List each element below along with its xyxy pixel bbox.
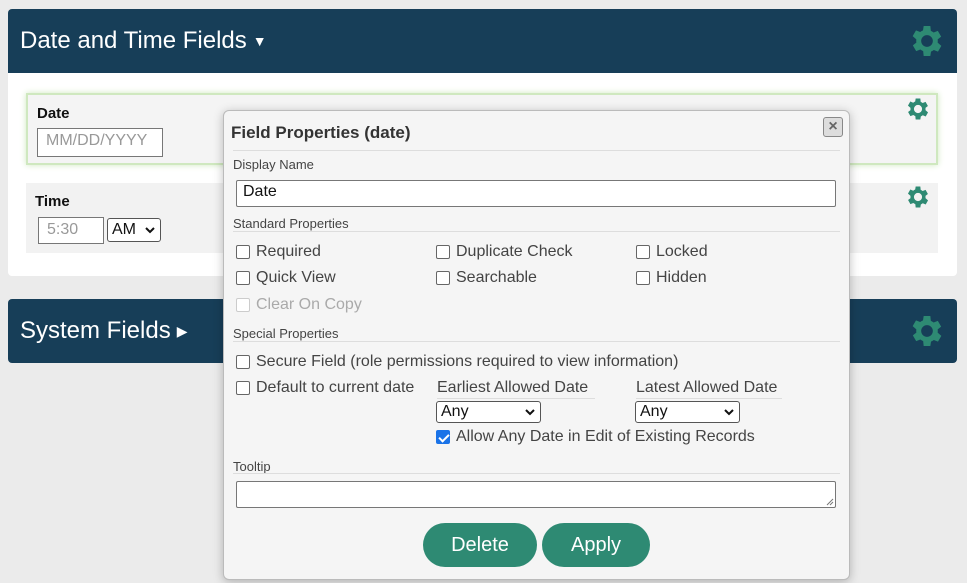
required-checkbox[interactable]: Required (236, 243, 321, 261)
checkbox-label: Secure Field (role permissions required … (256, 353, 679, 370)
quick-view-checkbox[interactable]: Quick View (236, 269, 336, 287)
field-label-date: Date (37, 105, 70, 122)
apply-button[interactable]: Apply (542, 523, 650, 567)
checkbox-box[interactable] (636, 271, 650, 285)
checkbox-box (236, 298, 250, 312)
checkbox-label: Locked (656, 243, 708, 260)
date-input[interactable]: MM/DD/YYYY (37, 128, 163, 157)
chevron-down-icon (724, 409, 734, 416)
close-icon[interactable]: × (823, 117, 843, 137)
earliest-date-select[interactable]: Any (436, 401, 541, 423)
earliest-date-label: Earliest Allowed Date (437, 379, 595, 399)
date-time-section-header[interactable]: Date and Time Fields ▼ (8, 9, 957, 73)
checkbox-box[interactable] (236, 381, 250, 395)
resize-handle-icon[interactable] (826, 498, 834, 506)
gear-icon[interactable] (907, 311, 947, 351)
checkbox-label: Quick View (256, 269, 336, 286)
divider (233, 341, 840, 342)
checkbox-box[interactable] (236, 271, 250, 285)
duplicate-check-checkbox[interactable]: Duplicate Check (436, 243, 573, 261)
field-label-time: Time (35, 193, 70, 210)
ampm-select[interactable]: AM (107, 218, 161, 242)
searchable-checkbox[interactable]: Searchable (436, 269, 537, 287)
section-title: System Fields (20, 317, 171, 344)
checkbox-box[interactable] (436, 245, 450, 259)
gear-icon[interactable] (904, 95, 932, 123)
gear-icon[interactable] (904, 183, 932, 211)
locked-checkbox[interactable]: Locked (636, 243, 708, 261)
checkbox-label: Required (256, 243, 321, 260)
secure-field-checkbox[interactable]: Secure Field (role permissions required … (236, 353, 678, 371)
standard-properties-label: Standard Properties (233, 216, 349, 231)
divider (233, 150, 840, 151)
checkbox-label: Allow Any Date in Edit of Existing Recor… (456, 428, 755, 445)
divider (233, 473, 840, 474)
display-name-input[interactable]: Date (236, 180, 836, 207)
gear-icon[interactable] (907, 21, 947, 61)
chevron-down-icon (525, 409, 535, 416)
ampm-value: AM (112, 221, 136, 238)
default-current-date-checkbox[interactable]: Default to current date (236, 379, 414, 397)
field-properties-dialog: Field Properties (date) × Display Name D… (223, 110, 850, 580)
checkbox-label: Searchable (456, 269, 537, 286)
checkbox-label: Clear On Copy (256, 296, 362, 313)
checkbox-box[interactable] (236, 245, 250, 259)
caret-down-icon[interactable]: ▼ (253, 33, 267, 49)
section-title: Date and Time Fields (20, 27, 247, 54)
checkbox-box[interactable] (436, 271, 450, 285)
dialog-title: Field Properties (date) (231, 123, 411, 142)
delete-button[interactable]: Delete (423, 523, 537, 567)
checkbox-label: Duplicate Check (456, 243, 573, 260)
checkbox-label: Hidden (656, 269, 707, 286)
latest-date-select[interactable]: Any (635, 401, 740, 423)
chevron-down-icon (145, 227, 155, 234)
time-input[interactable]: 5:30 (38, 217, 104, 244)
latest-date-label: Latest Allowed Date (636, 379, 782, 399)
divider (233, 231, 840, 232)
hidden-checkbox[interactable]: Hidden (636, 269, 707, 287)
tooltip-label: Tooltip (233, 459, 271, 474)
checkbox-box[interactable] (636, 245, 650, 259)
checkbox-label: Default to current date (256, 379, 415, 396)
select-value: Any (640, 403, 668, 420)
select-value: Any (441, 403, 469, 420)
checkbox-box[interactable] (436, 430, 450, 444)
tooltip-textarea[interactable] (236, 481, 836, 508)
caret-right-icon[interactable]: ▶ (177, 323, 188, 340)
clear-on-copy-checkbox: Clear On Copy (236, 296, 362, 314)
special-properties-label: Special Properties (233, 326, 339, 341)
allow-any-date-checkbox[interactable]: Allow Any Date in Edit of Existing Recor… (436, 428, 755, 446)
checkbox-box[interactable] (236, 355, 250, 369)
display-name-label: Display Name (233, 157, 314, 172)
